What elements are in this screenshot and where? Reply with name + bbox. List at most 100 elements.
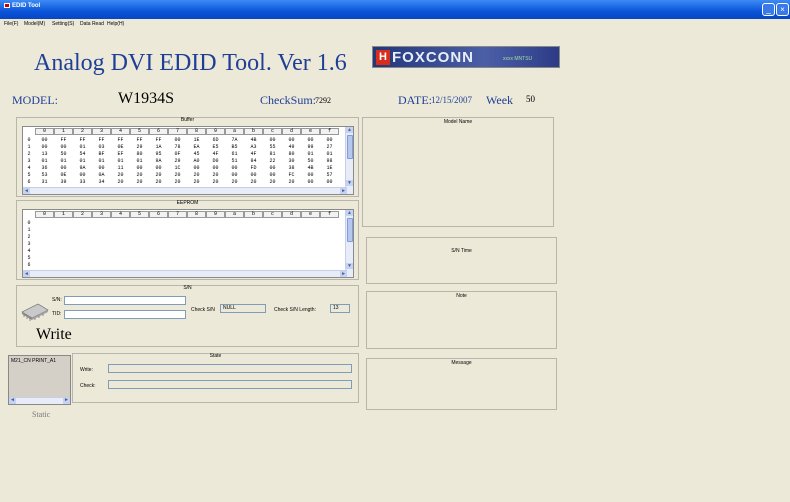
grid-cell[interactable]: 01 [111,158,130,164]
grid-cell[interactable]: A3 [244,144,263,150]
grid-cell[interactable]: EF [111,151,130,157]
grid-cell[interactable]: 80 [282,151,301,157]
grid-cell[interactable]: 20 [282,179,301,185]
grid-cell[interactable]: 50 [54,151,73,157]
grid-cell[interactable]: 00 [282,137,301,143]
grid-cell[interactable]: 0A [92,172,111,178]
grid-cell[interactable]: 55 [263,144,282,150]
grid-cell[interactable]: 00 [301,179,320,185]
eeprom-hscroll[interactable]: ◄ ► [23,270,347,277]
sn-input[interactable] [64,296,186,305]
grid-cell[interactable]: 20 [130,172,149,178]
scroll-right-arrow[interactable]: ► [340,188,347,194]
grid-cell[interactable]: 00 [73,172,92,178]
buffer-grid[interactable]: ▲ ▼ ◄ ► 0 1 2 3 4 5 6 7 8 9 a b c d e f 0 00 FF FF FF FF FF FF 0… [22,126,354,195]
grid-cell[interactable]: BF [92,151,111,157]
scroll-right-arrow[interactable]: ► [63,398,70,404]
static-list-item[interactable]: M21_CN PRINT_A1 [11,358,56,364]
grid-cell[interactable]: 49 [282,144,301,150]
scroll-right-arrow[interactable]: ► [340,271,347,277]
tid-input[interactable] [64,310,186,319]
grid-cell[interactable]: 1C [168,165,187,171]
grid-cell[interactable]: 20 [187,179,206,185]
grid-cell[interactable]: 0E [111,144,130,150]
grid-cell[interactable]: 01 [54,158,73,164]
grid-cell[interactable]: 20 [244,179,263,185]
grid-cell[interactable]: 00 [301,137,320,143]
grid-cell[interactable]: 20 [149,172,168,178]
grid-cell[interactable]: FF [149,137,168,143]
grid-cell[interactable]: 31 [35,179,54,185]
grid-cell[interactable]: 20 [206,172,225,178]
buffer-hscroll[interactable]: ◄ ► [23,187,347,194]
eeprom-grid[interactable]: ▲ ▼ ◄ ► 0123456789abcdef0123456 [22,209,354,278]
static-hscroll[interactable]: ◄ ► [9,397,70,404]
grid-cell[interactable]: 01 [92,158,111,164]
scroll-left-arrow[interactable]: ◄ [23,188,30,194]
grid-cell[interactable]: 00 [320,137,339,143]
scroll-left-arrow[interactable]: ◄ [9,398,16,404]
grid-cell[interactable]: B5 [225,144,244,150]
grid-cell[interactable]: 00 [149,165,168,171]
grid-cell[interactable]: 0E [54,172,73,178]
grid-cell[interactable]: 00 [225,172,244,178]
grid-cell[interactable]: 38 [282,165,301,171]
grid-cell[interactable]: 81 [263,151,282,157]
eeprom-vscroll[interactable]: ▲ ▼ [345,210,353,277]
grid-cell[interactable]: FF [111,137,130,143]
grid-cell[interactable]: 00 [320,179,339,185]
menu-help[interactable]: Help(H) [107,21,124,27]
grid-cell[interactable]: 29 [168,158,187,164]
scroll-thumb[interactable] [347,218,353,242]
grid-cell[interactable]: 00 [54,144,73,150]
grid-cell[interactable]: 00 [263,165,282,171]
grid-cell[interactable]: 4B [301,165,320,171]
grid-cell[interactable]: A0 [187,158,206,164]
grid-cell[interactable]: 20 [149,179,168,185]
grid-cell[interactable]: 29 [130,144,149,150]
grid-cell[interactable]: 00 [130,165,149,171]
menu-data-read[interactable]: Data Read [80,21,104,27]
grid-cell[interactable]: 00 [263,172,282,178]
grid-cell[interactable]: 20 [168,179,187,185]
grid-cell[interactable]: 78 [168,144,187,150]
grid-cell[interactable]: FF [73,137,92,143]
grid-cell[interactable]: 30 [282,158,301,164]
grid-cell[interactable]: 03 [92,144,111,150]
grid-cell[interactable]: 20 [263,179,282,185]
grid-cell[interactable]: 1A [149,144,168,150]
grid-cell[interactable]: 00 [168,137,187,143]
menu-file[interactable]: File(F) [4,21,18,27]
scroll-thumb[interactable] [347,135,353,159]
write-button[interactable]: Write [36,326,72,344]
grid-cell[interactable]: 20 [206,179,225,185]
grid-cell[interactable]: 4F [206,151,225,157]
grid-cell[interactable]: FF [130,137,149,143]
grid-cell[interactable]: 20 [225,179,244,185]
scroll-down-arrow[interactable]: ▼ [346,263,353,269]
grid-cell[interactable]: 80 [130,151,149,157]
static-list[interactable]: M21_CN PRINT_A1 ◄ ► [8,355,71,405]
grid-cell[interactable]: 36 [35,165,54,171]
grid-cell[interactable]: 20 [111,179,130,185]
grid-cell[interactable]: EA [187,144,206,150]
grid-cell[interactable]: 00 [35,144,54,150]
grid-cell[interactable]: 27 [320,144,339,150]
grid-cell[interactable]: 00 [92,165,111,171]
grid-cell[interactable]: 9A [73,165,92,171]
grid-cell[interactable]: 61 [225,151,244,157]
grid-cell[interactable]: 51 [225,158,244,164]
grid-cell[interactable]: 50 [301,158,320,164]
grid-cell[interactable]: FD [244,165,263,171]
grid-cell[interactable]: 20 [111,172,130,178]
grid-cell[interactable]: 00 [187,165,206,171]
grid-cell[interactable]: FF [92,137,111,143]
grid-cell[interactable]: 01 [130,158,149,164]
menu-setting[interactable]: Setting(S) [52,21,74,27]
grid-cell[interactable]: 34 [92,179,111,185]
minimize-button[interactable]: _ [762,3,775,16]
menu-model[interactable]: Model(M) [24,21,45,27]
grid-cell[interactable]: D0 [206,158,225,164]
scroll-left-arrow[interactable]: ◄ [23,271,30,277]
grid-cell[interactable]: 98 [320,158,339,164]
